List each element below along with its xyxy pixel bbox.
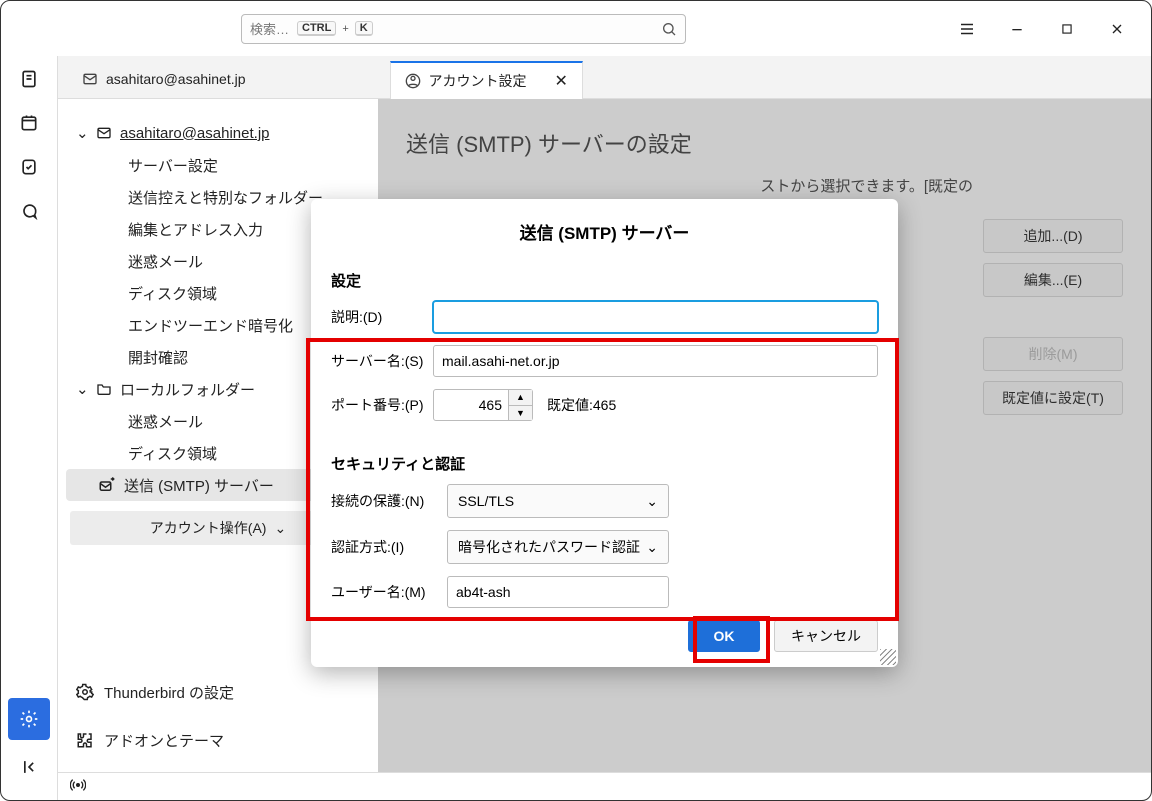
sidebar-addons[interactable]: アドオンとテーマ [76,716,370,764]
account-label: asahitaro@asahinet.jp [120,125,270,142]
label-port: ポート番号:(P) [331,395,425,415]
label-auth-method: 認証方式:(I) [331,537,439,557]
description-input[interactable] [433,301,878,333]
connection-security-select[interactable]: SSL/TLS ⌄ [447,484,669,518]
window-maximize-button[interactable] [1057,19,1077,39]
username-input[interactable] [447,576,669,608]
rail-settings-icon[interactable] [8,698,50,740]
tab-label: アカウント設定 [429,71,527,91]
statusbar [58,772,1151,800]
folder-icon [96,381,112,397]
rail-chat-icon[interactable] [8,190,50,232]
label-description: 説明:(D) [331,307,425,327]
account-icon [405,73,421,89]
smtp-label: 送信 (SMTP) サーバー [124,475,274,496]
default-port-label: 既定値:465 [547,395,616,415]
auth-method-select[interactable]: 暗号化されたパスワード認証 ⌄ [447,530,669,564]
server-input[interactable] [433,345,878,377]
ok-button[interactable]: OK [688,620,760,652]
mail-icon [82,71,98,87]
local-folders-label: ローカルフォルダー [120,379,255,400]
mail-icon [96,125,112,141]
section-security: セキュリティと認証 [331,453,878,474]
kbd-k: K [355,21,373,36]
cancel-button[interactable]: キャンセル [774,620,878,652]
chevron-down-icon[interactable]: ▼ [509,406,532,421]
search-icon [661,21,677,37]
port-input[interactable] [433,389,509,421]
window-close-button[interactable] [1107,19,1127,39]
chevron-down-icon: ⌄ [646,539,658,556]
sidebar-account[interactable]: ⌄ asahitaro@asahinet.jp [66,117,370,149]
tab-inbox[interactable]: asahitaro@asahinet.jp [68,60,260,98]
rail-collapse-icon[interactable] [8,746,50,788]
kbd-plus: + [342,23,348,35]
kbd-ctrl: CTRL [297,21,336,36]
gear-icon [76,683,94,701]
rail-tasks-icon[interactable] [8,146,50,188]
tab-label: asahitaro@asahinet.jp [106,71,246,87]
resize-handle[interactable] [880,649,896,665]
search-placeholder: 検索… [250,19,289,38]
chevron-down-icon: ⌄ [76,124,88,142]
dialog-title: 送信 (SMTP) サーバー [331,219,878,244]
smtp-server-dialog: 送信 (SMTP) サーバー 設定 説明:(D) サーバー名:(S) ポート番号… [311,199,898,667]
sidebar-item-server[interactable]: サーバー設定 [66,149,370,181]
chevron-down-icon: ⌄ [76,380,88,398]
titlebar: 検索… CTRL + K [1,1,1151,56]
rail-addressbook-icon[interactable] [8,58,50,100]
left-rail [1,56,58,800]
tab-account-settings[interactable]: アカウント設定 ✕ [390,61,583,99]
section-settings: 設定 [331,270,878,291]
window-minimize-button[interactable] [1007,19,1027,39]
puzzle-icon [76,731,94,749]
close-icon[interactable]: ✕ [555,71,568,91]
mail-icon[interactable] [8,0,50,1]
outgoing-icon [98,476,116,494]
chevron-down-icon: ⌄ [646,493,658,510]
tabstrip: asahitaro@asahinet.jp アカウント設定 ✕ [58,56,1151,99]
chevron-up-icon[interactable]: ▲ [509,390,532,406]
rail-calendar-icon[interactable] [8,102,50,144]
label-username: ユーザー名:(M) [331,582,439,602]
broadcast-icon [70,777,86,796]
search-input[interactable]: 検索… CTRL + K [241,14,686,44]
chevron-down-icon: ⌄ [274,520,286,537]
label-connection-security: 接続の保護:(N) [331,491,439,511]
sidebar-thunderbird-settings[interactable]: Thunderbird の設定 [76,668,370,716]
hamburger-menu-icon[interactable] [957,19,977,39]
port-stepper[interactable]: ▲▼ [509,389,533,421]
label-server: サーバー名:(S) [331,351,425,371]
